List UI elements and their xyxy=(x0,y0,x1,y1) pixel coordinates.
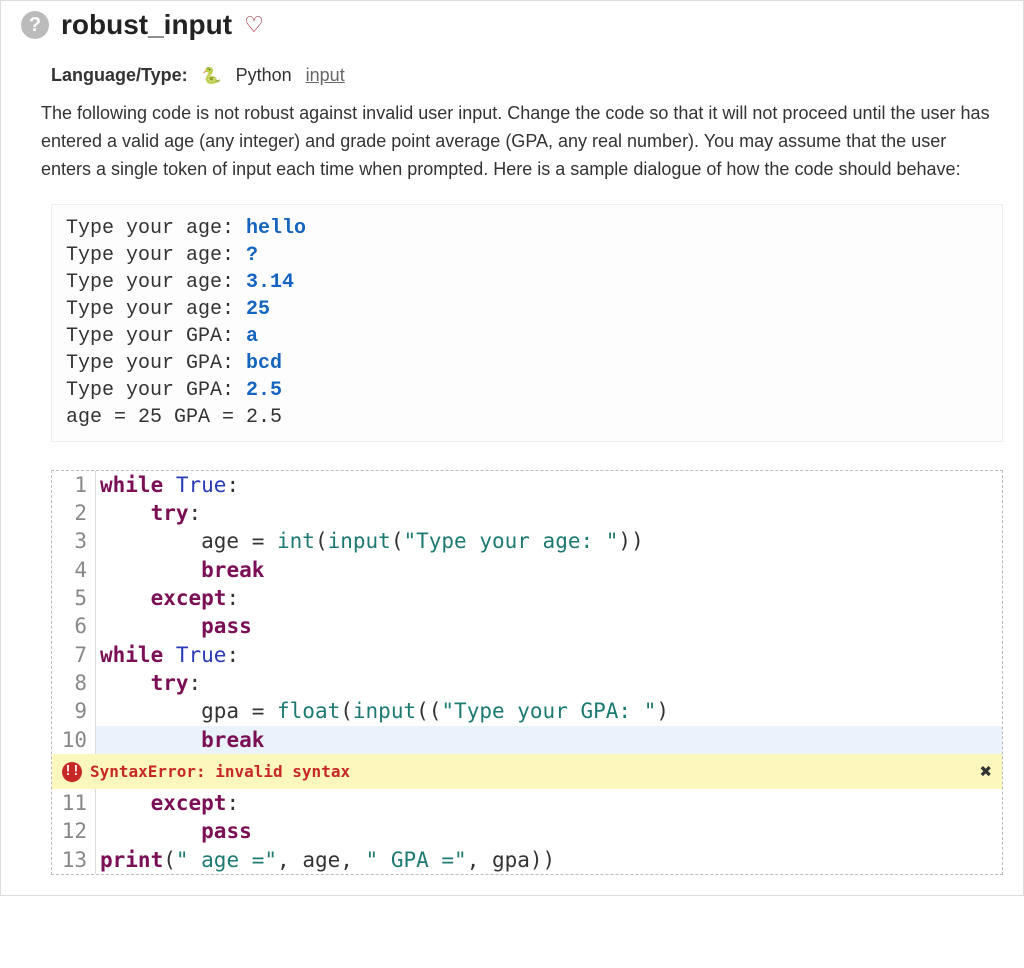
code-line[interactable]: 4 break xyxy=(52,556,1002,584)
code-line[interactable]: 13print(" age =", age, " GPA =", gpa)) xyxy=(52,846,1002,874)
problem-title: robust_input xyxy=(61,9,232,41)
line-number: 1 xyxy=(52,471,96,499)
problem-description: The following code is not robust against… xyxy=(41,100,1001,184)
code-content[interactable]: while True: xyxy=(96,641,1002,669)
code-line[interactable]: 8 try: xyxy=(52,669,1002,697)
code-content[interactable]: break xyxy=(96,726,1002,754)
meta-label: Language/Type: xyxy=(51,65,188,86)
meta-row: Language/Type: 🐍 Python input xyxy=(51,65,1003,86)
code-content[interactable]: except: xyxy=(96,789,1002,817)
code-content[interactable]: gpa = float(input(("Type your GPA: ") xyxy=(96,697,1002,725)
code-content[interactable]: try: xyxy=(96,669,1002,697)
code-line[interactable]: 10 break xyxy=(52,726,1002,754)
line-number: 9 xyxy=(52,697,96,725)
sample-line: Type your GPA: 2.5 xyxy=(66,377,988,404)
line-number: 7 xyxy=(52,641,96,669)
code-content[interactable]: print(" age =", age, " GPA =", gpa)) xyxy=(96,846,1002,874)
line-number: 12 xyxy=(52,817,96,845)
code-line[interactable]: 7while True: xyxy=(52,641,1002,669)
sample-line: Type your GPA: bcd xyxy=(66,350,988,377)
error-icon: !! xyxy=(62,762,82,782)
code-content[interactable]: pass xyxy=(96,817,1002,845)
line-number: 13 xyxy=(52,846,96,874)
code-line[interactable]: 12 pass xyxy=(52,817,1002,845)
code-line[interactable]: 6 pass xyxy=(52,612,1002,640)
code-line[interactable]: 5 except: xyxy=(52,584,1002,612)
sample-line: Type your age: hello xyxy=(66,215,988,242)
line-number: 4 xyxy=(52,556,96,584)
line-number: 11 xyxy=(52,789,96,817)
error-bar: !! SyntaxError: invalid syntax ✖ xyxy=(52,754,1002,789)
sample-result: age = 25 GPA = 2.5 xyxy=(66,404,988,431)
line-number: 3 xyxy=(52,527,96,555)
question-mark-icon: ? xyxy=(21,11,49,39)
line-number: 8 xyxy=(52,669,96,697)
code-content[interactable]: while True: xyxy=(96,471,1002,499)
sample-line: Type your age: ? xyxy=(66,242,988,269)
meta-language: Python xyxy=(236,65,292,86)
sample-dialogue: Type your age: helloType your age: ?Type… xyxy=(51,204,1003,442)
line-number: 5 xyxy=(52,584,96,612)
code-content[interactable]: pass xyxy=(96,612,1002,640)
sample-line: Type your age: 3.14 xyxy=(66,269,988,296)
line-number: 6 xyxy=(52,612,96,640)
code-content[interactable]: except: xyxy=(96,584,1002,612)
problem-container: ? robust_input ♡ Language/Type: 🐍 Python… xyxy=(0,0,1024,896)
error-text: SyntaxError: invalid syntax xyxy=(90,761,972,783)
python-icon: 🐍 xyxy=(202,66,222,86)
code-editor[interactable]: 1while True:2 try:3 age = int(input("Typ… xyxy=(51,470,1003,875)
code-line[interactable]: 2 try: xyxy=(52,499,1002,527)
code-content[interactable]: try: xyxy=(96,499,1002,527)
code-line[interactable]: 11 except: xyxy=(52,789,1002,817)
heart-icon[interactable]: ♡ xyxy=(244,12,264,38)
line-number: 10 xyxy=(52,726,96,754)
code-content[interactable]: break xyxy=(96,556,1002,584)
sample-line: Type your age: 25 xyxy=(66,296,988,323)
code-line[interactable]: 1while True: xyxy=(52,471,1002,499)
sample-line: Type your GPA: a xyxy=(66,323,988,350)
code-line[interactable]: 9 gpa = float(input(("Type your GPA: ") xyxy=(52,697,1002,725)
close-icon[interactable]: ✖ xyxy=(980,758,992,785)
header: ? robust_input ♡ xyxy=(21,9,1003,41)
line-number: 2 xyxy=(52,499,96,527)
code-content[interactable]: age = int(input("Type your age: ")) xyxy=(96,527,1002,555)
meta-topic-link[interactable]: input xyxy=(306,65,345,86)
code-line[interactable]: 3 age = int(input("Type your age: ")) xyxy=(52,527,1002,555)
